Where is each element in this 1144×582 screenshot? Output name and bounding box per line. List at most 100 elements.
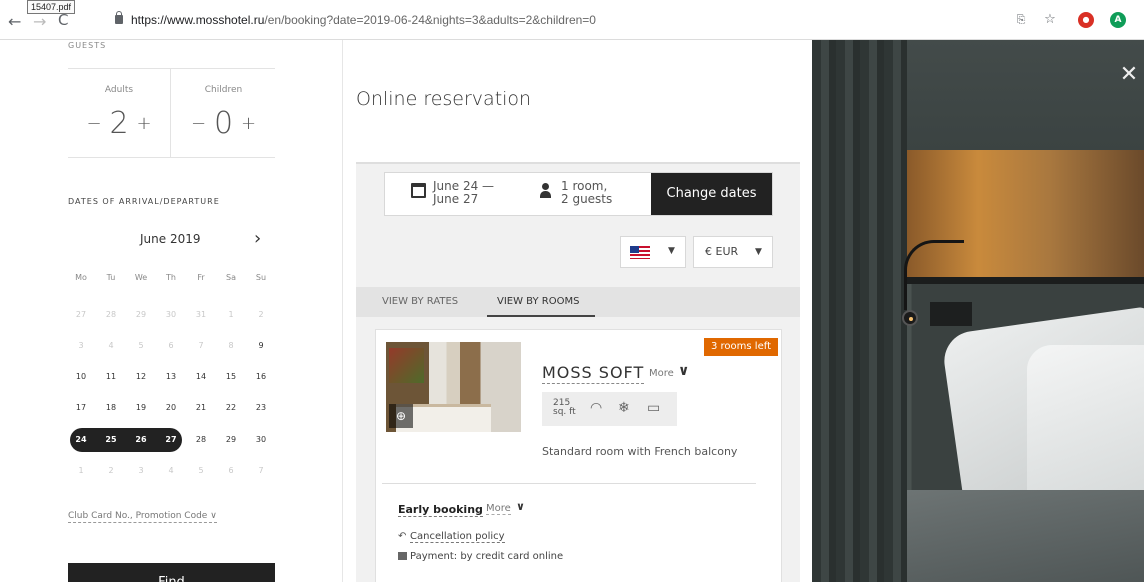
booking-area: June 24 — June 27 1 room, 2 guests Change … [356,162,800,582]
wifi-icon: ◠ [590,400,603,416]
calendar-day[interactable]: 12 [130,366,152,388]
summary-date-from: June 24 — [433,179,495,193]
page-title: Online reservation [356,88,532,110]
calendar-day: 1 [228,310,234,319]
calendar-day[interactable]: 2 [100,460,122,482]
chevron-down-icon: ▼ [668,246,675,256]
change-dates-button[interactable]: Change dates [651,173,772,215]
photo-wall [907,40,1144,150]
calendar-day-selected[interactable]: 27 [160,429,182,451]
calendar-day[interactable]: 6 [220,460,242,482]
chevron-down-icon[interactable]: ∨ [678,363,689,379]
next-month-chevron-icon[interactable]: › [254,228,261,249]
calendar-day[interactable]: 17 [70,397,92,419]
payment-info: Payment: by credit card online [398,551,563,562]
calendar-day[interactable]: 11 [100,366,122,388]
children-plus-button[interactable]: + [239,104,259,144]
search-summary: June 24 — June 27 1 room, 2 guests Change … [384,172,773,216]
forward-arrow-icon[interactable]: → [33,14,46,30]
room-area: 215 sq. ft [553,398,576,417]
room-more-link[interactable]: More [649,368,674,379]
currency-value: € EUR [705,245,739,258]
tab-view-by-rates[interactable]: VIEW BY RATES [382,296,458,307]
calendar-day: 29 [135,310,147,319]
calendar-day-selected[interactable]: 26 [130,429,152,451]
dates-heading: DATES OF ARRIVAL/DEPARTURE [68,197,220,206]
find-button[interactable]: Find [68,563,275,582]
calendar-day: 4 [108,341,114,350]
extension-profile-icon[interactable]: A [1110,12,1126,28]
bed-icon: ▭ [647,400,661,416]
calendar-day[interactable]: 21 [190,397,212,419]
calendar-day: 6 [168,341,174,350]
calendar-day[interactable]: 28 [190,429,212,451]
calendar-day[interactable]: 23 [250,397,272,419]
star-icon[interactable]: ☆ [1042,12,1058,28]
calendar-day[interactable]: 9 [250,335,272,357]
calendar-day-selected[interactable]: 25 [100,429,122,451]
guests-heading: GUESTS [68,41,107,50]
calendar-day[interactable]: 13 [160,366,182,388]
adults-minus-button[interactable]: − [84,104,104,144]
calendar-day[interactable]: 18 [100,397,122,419]
rate-more-link[interactable]: More [486,503,511,515]
language-select[interactable]: ▼ [620,236,686,268]
weekday: Sa [226,273,236,282]
calendar-day[interactable]: 20 [160,397,182,419]
active-tab-indicator [487,315,595,317]
cancellation-policy-link[interactable]: Cancellation policy [410,531,505,543]
calendar-day[interactable]: 14 [190,366,212,388]
reload-icon[interactable]: C [58,12,68,28]
calendar-day: 27 [75,310,87,319]
children-minus-button[interactable]: − [189,104,209,144]
currency-select[interactable]: € EUR ▼ [693,236,773,268]
calendar-day[interactable]: 19 [130,397,152,419]
children-value: 0 [213,105,234,141]
rate-name[interactable]: Early booking [398,503,483,517]
calendar-day[interactable]: 4 [160,460,182,482]
calendar-week: 27 28 29 30 31 1 2 [70,304,272,326]
calendar-day[interactable]: 3 [130,460,152,482]
us-flag-icon [630,246,650,259]
translate-icon[interactable]: ⎘ [1013,12,1029,28]
extension-adblock-icon[interactable]: ● [1078,12,1094,28]
calendar-day[interactable]: 10 [70,366,92,388]
cancellation-policy[interactable]: ↶ Cancellation policy [398,531,505,543]
reservation-panel: Online reservation June 24 — June 27 1 ro… [344,40,812,582]
room-name[interactable]: MOSS SOFT [542,363,645,384]
hotel-room-photo: ✕ [812,40,1144,582]
calendar-day[interactable]: 15 [220,366,242,388]
zoom-icon[interactable]: ⊕ [389,404,413,428]
tab-view-by-rooms[interactable]: VIEW BY ROOMS [497,296,579,307]
calendar-day[interactable]: 1 [70,460,92,482]
room-photo-painting [389,348,424,383]
air-conditioning-icon: ❄ [618,400,630,416]
calendar-day: 2 [258,310,264,319]
back-arrow-icon[interactable]: ← [8,14,21,30]
calendar-day-selected[interactable]: 24 [70,429,92,451]
calendar-day[interactable]: 29 [220,429,242,451]
calendar-day: 3 [78,341,84,350]
close-icon[interactable]: ✕ [1116,62,1142,88]
photo-curtain [812,40,907,582]
address-bar[interactable]: https://www.mosshotel.ru/en/booking?date… [115,11,596,27]
calendar-day[interactable]: 16 [250,366,272,388]
room-amenities: 215 sq. ft ◠ ❄ ▭ [542,392,677,426]
promo-code-link[interactable]: Club Card No., Promotion Code ∨ [68,511,217,523]
url-path: /en/booking?date=2019-06-24&nights=3&adu… [264,13,596,27]
lock-icon [115,11,123,24]
summary-guest-count: 2 guests [561,192,613,206]
photo-blanket [907,490,1144,582]
photo-lamp-arm [904,240,964,310]
room-photo[interactable]: ⊕ [386,342,521,432]
chevron-down-icon[interactable]: ∨ [516,500,525,513]
room-card: ⊕ 3 rooms left MOSS SOFT More ∨ 215 sq. f… [375,329,782,582]
calendar-day: 5 [138,341,144,350]
adults-plus-button[interactable]: + [134,104,154,144]
calendar-day[interactable]: 7 [250,460,272,482]
calendar-day[interactable]: 22 [220,397,242,419]
calendar-day[interactable]: 5 [190,460,212,482]
guests-selector: Adults −2 + Children −0 + [68,68,275,158]
calendar-day[interactable]: 30 [250,429,272,451]
calendar-month: June 2019 [140,232,201,246]
